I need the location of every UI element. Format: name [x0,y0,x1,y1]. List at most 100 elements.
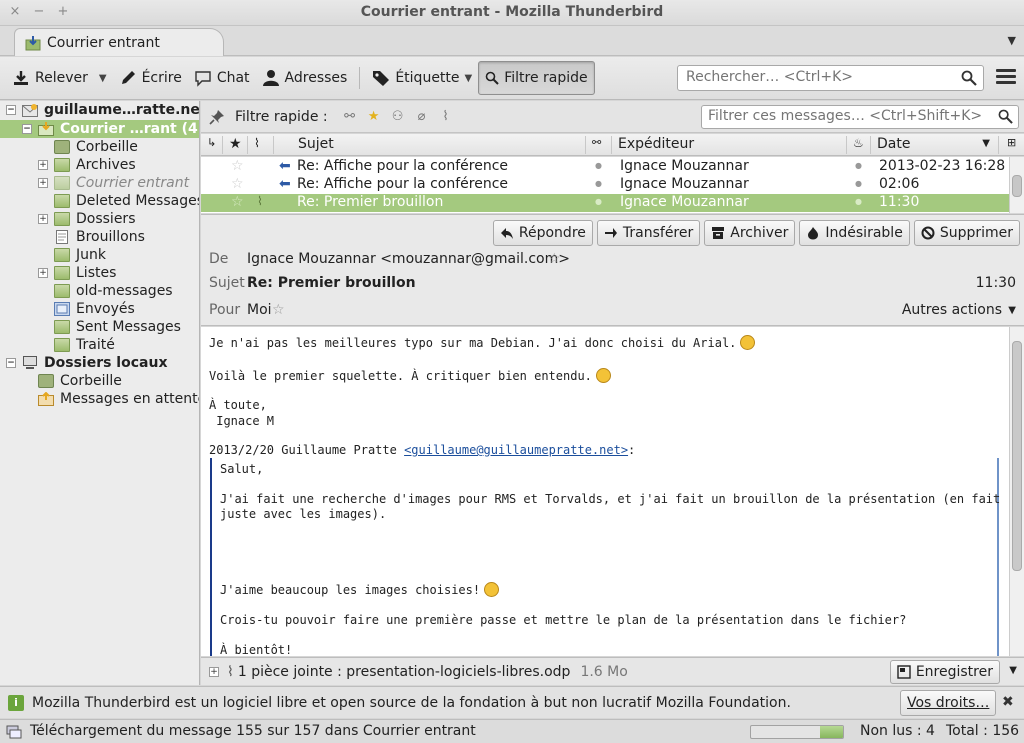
folder-item-traite[interactable]: Traité [0,336,199,354]
thread-column-icon[interactable]: ↳ [201,136,223,154]
tag-icon [373,71,390,86]
expand-inbox-sub-icon[interactable]: + [38,178,48,188]
close-icon[interactable]: ✖ [1002,694,1014,710]
column-date[interactable]: Date ▼ [871,136,999,154]
row-sender: Ignace Mouzannar [620,176,749,192]
save-attachment-button[interactable]: Enregistrer [889,660,1000,684]
to-value[interactable]: Moi [247,302,272,318]
reply-button[interactable]: Répondre [492,220,593,246]
collapse-local-icon[interactable]: − [6,358,16,368]
thread-scrollbar[interactable] [1009,157,1024,213]
column-picker-icon[interactable]: ⊞ [1001,136,1021,154]
junk-dot-icon[interactable]: ● [855,197,862,206]
folder-item-drafts[interactable]: Brouillons [0,228,199,246]
junk-button[interactable]: Indésirable [799,220,910,246]
tag-button[interactable]: Étiquette ▼ [366,61,478,95]
more-actions-dropdown-icon[interactable]: ▼ [1008,305,1016,316]
pin-icon[interactable] [209,109,225,125]
table-row[interactable]: ☆ ⬅ Re: Affiche pour la conférence ● Ign… [201,176,1009,194]
column-subject[interactable]: Sujet [274,136,586,154]
folder-item-dossiers[interactable]: + Dossiers [0,210,199,228]
junk-column-icon[interactable]: ♨ [847,136,871,154]
row-sender: Ignace Mouzannar [620,158,749,174]
star-icon[interactable]: ☆ [231,176,244,192]
write-button[interactable]: Écrire [113,61,188,95]
starred-filter-icon[interactable]: ★ [362,109,386,124]
row-date: 2013-02-23 16:28 [879,158,1006,174]
read-dot-icon[interactable]: ● [595,197,602,206]
read-dot-icon[interactable]: ● [595,161,602,170]
table-row[interactable]: ☆ ⬅ Re: Affiche pour la conférence ● Ign… [201,158,1009,176]
star-icon[interactable]: ☆ [231,158,244,174]
tab-list-dropdown-icon[interactable]: ▼ [1008,34,1016,47]
app-menu-icon[interactable] [996,69,1016,87]
quick-filter-button[interactable]: Filtre rapide [478,61,595,95]
table-row-selected[interactable]: ☆ ⌇ Re: Premier brouillon ● Ignace Mouza… [201,194,1009,212]
attachment-label[interactable]: 1 pièce jointe : presentation-logiciels-… [238,664,571,680]
folder-item-trash[interactable]: Corbeille [0,138,199,156]
star-column-icon[interactable]: ★ [223,136,248,154]
body-scrollbar[interactable] [1009,327,1024,656]
add-contact-star-icon[interactable]: ☆ [272,302,285,318]
quick-filter-input[interactable] [708,108,988,124]
local-item-outbox[interactable]: Messages en attente [0,390,199,408]
account-row[interactable]: − guillaume…ratte.net [0,101,199,119]
contact-filter-icon[interactable]: ⚇ [386,109,410,124]
online-status-icon[interactable] [6,724,22,740]
expand-archives-icon[interactable]: + [38,160,48,170]
folder-item-sent-messages[interactable]: Sent Messages [0,318,199,336]
get-mail-button[interactable]: Relever ▼ [6,61,113,95]
junk-dot-icon[interactable]: ● [855,179,862,188]
folder-item-sent[interactable]: Envoyés [0,300,199,318]
attachment-column-icon[interactable]: ⌇ [248,136,274,154]
folder-icon [54,266,70,280]
folder-item-archives[interactable]: + Archives [0,156,199,174]
folder-label: Sent Messages [76,319,181,335]
folder-item-old-messages[interactable]: old-messages [0,282,199,300]
global-search-input[interactable] [686,69,956,85]
expand-listes-icon[interactable]: + [38,268,48,278]
forward-button[interactable]: Transférer [596,220,701,246]
collapse-account-icon[interactable]: − [6,105,16,115]
row-date: 02:06 [879,176,920,192]
folder-item-inbox[interactable]: − Courrier …rant (4) [0,120,199,138]
folder-item-deleted-messages[interactable]: Deleted Messages [0,192,199,210]
folder-item-inbox-sub[interactable]: + Courrier entrant [0,174,199,192]
chat-button[interactable]: Chat [188,61,256,95]
get-mail-dropdown-icon[interactable]: ▼ [99,73,107,84]
collapse-inbox-icon[interactable]: − [22,124,32,134]
tab-inbox[interactable]: Courrier entrant [14,28,224,56]
read-dot-icon[interactable]: ● [595,179,602,188]
quick-filter-box[interactable] [701,105,1019,129]
scrollbar-thumb[interactable] [1012,341,1022,571]
quote-line: Crois-tu pouvoir faire une première pass… [220,613,907,627]
junk-dot-icon[interactable]: ● [855,161,862,170]
column-sender[interactable]: Expéditeur [612,136,847,154]
tags-filter-icon[interactable]: ⌀ [410,109,434,124]
notification-bar: i Mozilla Thunderbird est un logiciel li… [0,686,1024,718]
folder-item-listes[interactable]: + Listes [0,264,199,282]
add-contact-star-icon[interactable]: ☆ [548,251,561,267]
unread-count: Non lus : 4 [860,723,935,739]
star-icon[interactable]: ☆ [231,194,244,210]
tag-dropdown-icon[interactable]: ▼ [465,73,473,84]
unread-filter-icon[interactable]: ⚯ [338,109,362,124]
global-search-box[interactable] [677,65,984,91]
address-book-button[interactable]: Adresses [256,61,354,95]
email-link[interactable]: <guillaume@guillaumepratte.net> [404,443,628,457]
read-status-column-icon[interactable]: ⚯ [586,136,612,154]
attachment-filter-icon[interactable]: ⌇ [434,109,458,124]
local-folders-row[interactable]: − Dossiers locaux [0,354,199,372]
expand-attachments-icon[interactable]: + [209,666,219,677]
scrollbar-thumb[interactable] [1012,175,1022,197]
local-item-trash[interactable]: Corbeille [0,372,199,390]
more-actions-button[interactable]: Autres actions [902,302,1002,318]
delete-button[interactable]: Supprimer [913,220,1020,246]
inbox-icon [25,35,41,50]
folder-item-junk[interactable]: Junk [0,246,199,264]
save-dropdown-icon[interactable]: ▼ [1009,665,1017,676]
know-your-rights-button[interactable]: Vos droits… [900,690,997,716]
from-value[interactable]: Ignace Mouzannar <mouzannar@gmail.com> [247,251,570,267]
expand-dossiers-icon[interactable]: + [38,214,48,224]
archive-button[interactable]: Archiver [704,220,796,246]
